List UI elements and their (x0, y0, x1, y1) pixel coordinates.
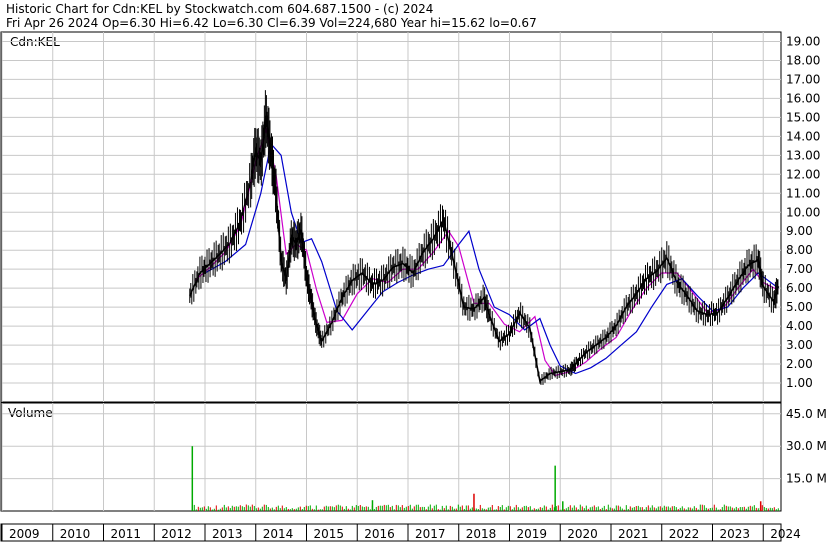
header-quote: Fri Apr 26 2024 Op=6.30 Hi=6.42 Lo=6.30 … (6, 16, 537, 30)
x-axis-year-label: 2024 (770, 527, 801, 541)
x-axis-year-label: 2019 (516, 527, 547, 541)
volume-panel-label: Volume (8, 406, 53, 420)
x-axis-year-label: 2022 (669, 527, 700, 541)
price-tick-label: 6.00 (786, 281, 813, 295)
x-axis-year-label: 2015 (313, 527, 344, 541)
price-close-line (189, 117, 780, 383)
price-series (189, 90, 780, 385)
price-tick-label: 5.00 (786, 300, 813, 314)
x-axis-year-label: 2012 (161, 527, 192, 541)
volume-tick-label: 45.0 M (786, 407, 827, 421)
price-tick-label: 9.00 (786, 224, 813, 238)
price-tick-label: 7.00 (786, 262, 813, 276)
volume-tick-label: 30.0 M (786, 439, 827, 453)
price-tick-label: 3.00 (786, 338, 813, 352)
price-tick-label: 12.00 (786, 167, 820, 181)
x-axis: 2009 2010 2011 2012 2013 2014 2015 2016 2017 2018… (1, 524, 801, 541)
price-tick-label: 14.00 (786, 129, 820, 143)
price-tick-label: 2.00 (786, 357, 813, 371)
x-axis-year-label: 2011 (110, 527, 141, 541)
volume-tick-label: 15.0 M (786, 472, 827, 486)
volume-panel-frame (0, 402, 782, 512)
x-axis-year-label: 2021 (618, 527, 649, 541)
price-tick-label: 8.00 (786, 243, 813, 257)
price-tick-label: 19.00 (786, 34, 820, 48)
price-tick-label: 15.00 (786, 110, 820, 124)
price-tick-label: 18.00 (786, 53, 820, 67)
x-axis-year-label: 2020 (567, 527, 598, 541)
x-axis-year-label: 2016 (364, 527, 395, 541)
x-axis-year-label: 2009 (9, 527, 40, 541)
x-axis-year-label: 2023 (719, 527, 750, 541)
price-tick-label: 17.00 (786, 72, 820, 86)
x-axis-year-label: 2014 (263, 527, 294, 541)
chart-canvas: Historic Chart for Cdn:KEL by Stockwatch… (0, 2, 827, 542)
price-tick-label: 16.00 (786, 91, 820, 105)
price-tick-label: 10.00 (786, 205, 820, 219)
x-axis-year-label: 2017 (415, 527, 446, 541)
price-y-axis: 19.00 18.00 17.00 16.00 15.00 14.00 13.00 12.00… (786, 34, 820, 390)
price-tick-label: 4.00 (786, 319, 813, 333)
price-panel-frame (0, 31, 782, 403)
x-axis-year-label: 2018 (466, 527, 497, 541)
price-tick-label: 1.00 (786, 376, 813, 390)
x-axis-year-label: 2010 (60, 527, 91, 541)
price-tick-label: 11.00 (786, 186, 820, 200)
x-axis-year-label: 2013 (212, 527, 243, 541)
volume-y-axis: 45.0 M 30.0 M 15.0 M (786, 407, 827, 486)
header-title: Historic Chart for Cdn:KEL by Stockwatch… (6, 2, 433, 16)
price-grid (1, 32, 781, 402)
volume-grid (1, 403, 781, 511)
price-tick-label: 13.00 (786, 148, 820, 162)
